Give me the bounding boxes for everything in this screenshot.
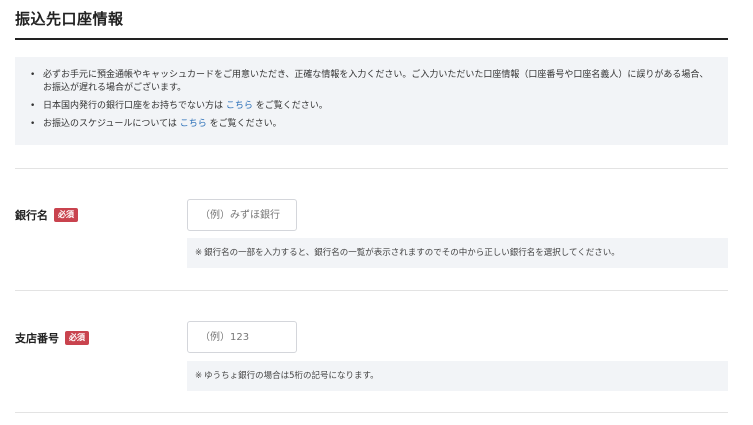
branch-number-label-text: 支店番号	[15, 332, 59, 345]
title-underline	[15, 38, 728, 40]
notice-panel: • 必ずお手元に預金通帳やキャッシュカードをご用意いただき、正確な情報を入力くだ…	[15, 57, 728, 145]
notice-item-text: をご覧ください。	[252, 101, 328, 111]
note-mark-icon: ※	[195, 248, 203, 258]
bank-name-label-text: 銀行名	[15, 209, 48, 222]
branch-number-hint-text: ゆうちょ銀行の場合は5桁の記号になります。	[204, 371, 379, 381]
bank-name-label: 銀行名 必須	[15, 207, 78, 223]
notice-item: • お振込のスケジュールについては こちら をご覧ください。	[29, 118, 714, 131]
notice-item-text: お振込のスケジュールについては	[43, 119, 180, 129]
required-badge: 必須	[65, 331, 89, 345]
notice-item-text: 日本国内発行の銀行口座をお持ちでない方は	[43, 101, 226, 111]
notice-item-text: をご覧ください。	[206, 119, 282, 129]
transfer-schedule-link[interactable]: こちら	[180, 119, 207, 129]
note-mark-icon: ※	[195, 371, 203, 381]
branch-number-label: 支店番号 必須	[15, 330, 89, 346]
bank-account-form: 振込先口座情報 • 必ずお手元に預金通帳やキャッシュカードをご用意いただき、正確…	[0, 0, 753, 425]
notice-item: • 日本国内発行の銀行口座をお持ちでない方は こちら をご覧ください。	[29, 100, 714, 113]
divider	[15, 412, 728, 413]
bullet-icon: •	[30, 70, 36, 80]
bullet-icon: •	[30, 119, 36, 129]
branch-number-hint: ※ ゆうちょ銀行の場合は5桁の記号になります。	[187, 361, 728, 391]
branch-number-input[interactable]	[187, 321, 297, 353]
bank-name-input[interactable]	[187, 199, 297, 231]
notice-item-text: 必ずお手元に預金通帳やキャッシュカードをご用意いただき、正確な情報を入力ください…	[43, 70, 709, 93]
bullet-icon: •	[30, 101, 36, 111]
divider	[15, 168, 728, 169]
non-japanese-account-link[interactable]: こちら	[226, 101, 253, 111]
divider	[15, 290, 728, 291]
required-badge: 必須	[54, 208, 78, 222]
notice-list: • 必ずお手元に預金通帳やキャッシュカードをご用意いただき、正確な情報を入力くだ…	[29, 69, 714, 131]
notice-item: • 必ずお手元に預金通帳やキャッシュカードをご用意いただき、正確な情報を入力くだ…	[29, 69, 714, 95]
bank-name-hint-text: 銀行名の一部を入力すると、銀行名の一覧が表示されますのでその中から正しい銀行名を…	[204, 248, 620, 258]
section-title: 振込先口座情報	[15, 10, 124, 28]
bank-name-hint: ※ 銀行名の一部を入力すると、銀行名の一覧が表示されますのでその中から正しい銀行名…	[187, 238, 728, 268]
